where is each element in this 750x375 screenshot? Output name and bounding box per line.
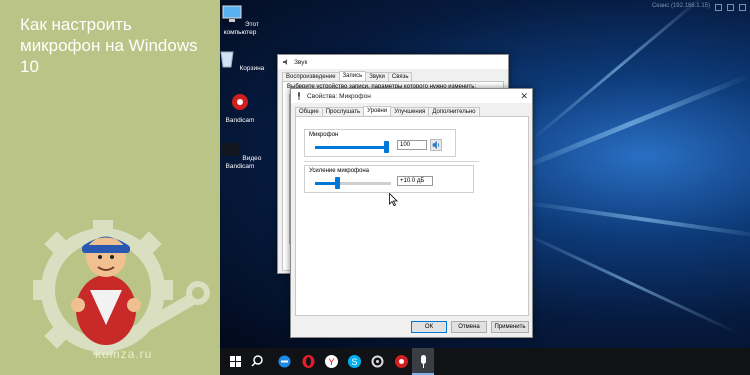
desktop-icon-label: Корзина	[239, 65, 265, 72]
desktop-icon-bandicam[interactable]: Bandicam	[220, 92, 265, 125]
microphone-slider-fill	[315, 146, 389, 149]
bandicam-icon[interactable]	[394, 354, 409, 369]
tab-playback[interactable]: Воспроизведение	[282, 72, 340, 81]
remote-session-label: Сеанс (192.168.1.15)	[651, 3, 710, 9]
wallpaper-beam	[519, 230, 739, 335]
sound-tabs: Воспроизведение Запись Звуки Связь	[282, 71, 413, 81]
video-folder-icon	[220, 143, 239, 156]
tab-general[interactable]: Общие	[295, 107, 323, 116]
microphone-level-value[interactable]: 100	[397, 140, 427, 150]
microphone-boost-slider[interactable]	[315, 177, 391, 189]
apply-button[interactable]: Применить	[491, 321, 529, 333]
maximize-icon[interactable]	[727, 4, 734, 11]
close-icon[interactable]	[739, 4, 746, 11]
microphone-level-label: Микрофон	[309, 132, 339, 138]
microphone-boost-slider-thumb[interactable]	[335, 177, 341, 189]
yandex-icon[interactable]: Y	[324, 354, 339, 369]
svg-text:S: S	[352, 357, 358, 367]
separator	[304, 161, 479, 162]
desktop-icon-this-pc[interactable]: Этот компьютер	[220, 4, 265, 37]
levels-panel: Микрофон 100 Усиление микрофона +10.0 дБ	[295, 116, 529, 316]
microphone-icon	[421, 355, 426, 368]
tab-levels[interactable]: Уровни	[363, 106, 392, 115]
tab-sounds[interactable]: Звуки	[365, 72, 389, 81]
wallpaper-beam	[529, 0, 708, 143]
speaker-mute-icon[interactable]	[430, 139, 442, 151]
desktop-icon-recycle-bin[interactable]: Корзина	[220, 48, 265, 73]
active-task-highlight[interactable]	[412, 348, 434, 375]
settings-icon[interactable]	[370, 354, 385, 369]
microphone-level-group: Микрофон 100	[304, 129, 456, 157]
microphone-slider[interactable]	[315, 141, 389, 153]
desktop-icon-label: Bandicam	[225, 117, 255, 124]
properties-titlebar[interactable]: Свойства: Микрофон ✕	[291, 89, 532, 103]
skype-icon[interactable]: S	[347, 354, 362, 369]
sound-window-title: Звук	[294, 59, 308, 66]
site-name: komza.ru	[95, 347, 153, 361]
properties-tabs: Общие Прослушать Уровни Улучшения Дополн…	[295, 106, 480, 116]
desktop-icon-video-bandicam[interactable]: Видео Bandicam	[220, 138, 265, 171]
recycle-bin-icon	[220, 51, 234, 68]
wallpaper-beam	[509, 72, 750, 175]
tab-enhancements[interactable]: Улучшения	[390, 107, 430, 116]
properties-title: Свойства: Микрофон	[307, 93, 371, 100]
microphone-icon	[298, 92, 300, 100]
opera-icon[interactable]	[301, 354, 316, 369]
tab-recording[interactable]: Запись	[338, 71, 367, 80]
speaker-icon	[283, 59, 287, 65]
microphone-boost-label: Усиление микрофона	[309, 168, 369, 174]
ok-button[interactable]: ОК	[411, 321, 447, 333]
taskbar: Y S	[220, 348, 750, 375]
windows-start-icon[interactable]	[228, 354, 243, 369]
promo-title: Как настроить микрофон на Windows 10	[20, 15, 198, 76]
microphone-boost-group: Усиление микрофона +10.0 дБ	[304, 165, 474, 193]
svg-text:Y: Y	[329, 357, 335, 367]
close-icon[interactable]: ✕	[520, 91, 528, 102]
tab-communications[interactable]: Связь	[387, 72, 413, 81]
mouse-cursor-icon	[389, 193, 398, 206]
tab-advanced[interactable]: Дополнительно	[428, 107, 480, 116]
cancel-button[interactable]: Отмена	[451, 321, 487, 333]
promo-panel: Как настроить микрофон на Windows 10 kom…	[0, 0, 220, 375]
mechanic-gear-logo	[33, 220, 210, 355]
bandicam-icon	[232, 94, 248, 110]
microphone-slider-thumb[interactable]	[384, 141, 389, 153]
wallpaper-beam	[519, 200, 750, 239]
sound-window-titlebar[interactable]: Звук	[278, 55, 508, 69]
microphone-boost-value: +10.0 дБ	[397, 176, 433, 186]
microphone-properties-window[interactable]: Свойства: Микрофон ✕ Общие Прослушать Ур…	[290, 88, 533, 338]
search-icon[interactable]	[250, 354, 265, 369]
computer-icon	[222, 5, 242, 22]
minimize-icon[interactable]	[715, 4, 722, 11]
edge-icon[interactable]	[277, 354, 292, 369]
tab-listen[interactable]: Прослушать	[321, 107, 365, 116]
